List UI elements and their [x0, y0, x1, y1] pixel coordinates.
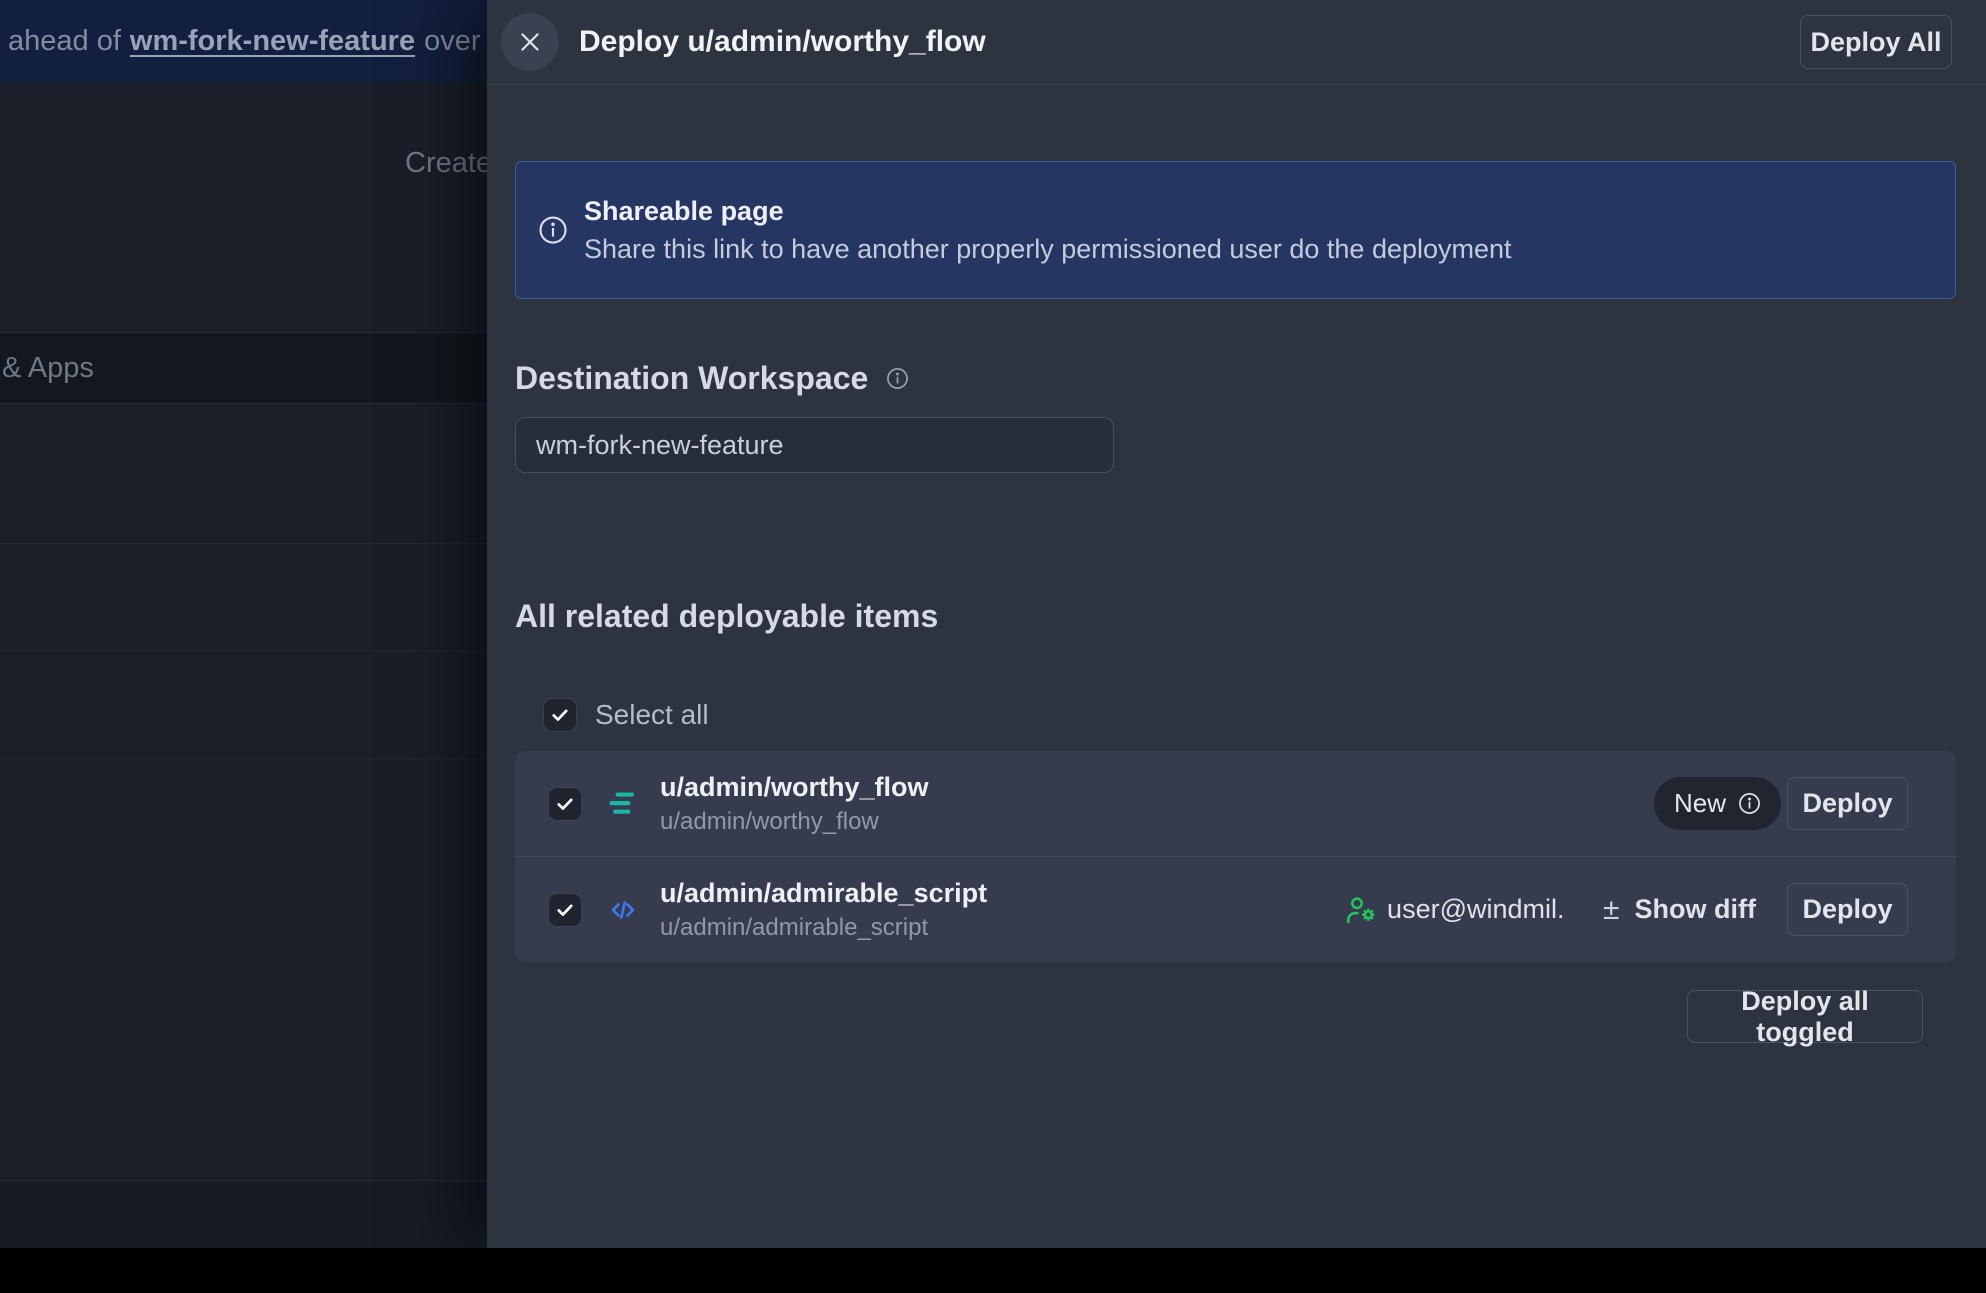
check-icon	[555, 794, 575, 814]
deployable-row-script: u/admin/admirable_script u/admin/admirab…	[515, 856, 1956, 962]
share-banner-body: Share this link to have another properly…	[584, 234, 1512, 265]
drawer-header: Deploy u/admin/worthy_flow Deploy All	[487, 0, 1986, 85]
new-badge-label: New	[1674, 788, 1726, 819]
deploy-all-button[interactable]: Deploy All	[1800, 15, 1952, 69]
select-all-row: Select all	[543, 698, 709, 732]
banner-text-suffix: over 2 items:	[424, 25, 487, 58]
plus-minus-icon: ±	[1603, 893, 1619, 927]
destination-workspace-heading: Destination Workspace	[515, 360, 909, 397]
banner-text-prefix: ahead of	[8, 25, 121, 58]
flow-icon	[607, 790, 639, 817]
bottom-black-bar	[0, 1248, 1986, 1293]
drawer-title: Deploy u/admin/worthy_flow	[579, 25, 1800, 59]
item-title: u/admin/admirable_script	[660, 878, 987, 909]
background-footer-band	[0, 1180, 487, 1248]
deploy-all-toggled-button[interactable]: Deploy all toggled	[1687, 990, 1923, 1043]
info-icon	[886, 367, 909, 390]
check-icon	[550, 705, 570, 725]
deployable-items-label: All related deployable items	[515, 598, 938, 635]
item-path: u/admin/admirable_script	[660, 914, 987, 942]
destination-workspace-input[interactable]	[515, 417, 1114, 473]
screen: ahead of wm-fork-new-feature over 2 item…	[0, 0, 1986, 1293]
close-button[interactable]	[501, 13, 559, 71]
deploy-button[interactable]: Deploy	[1787, 883, 1908, 936]
deployable-items-card: u/admin/worthy_flow u/admin/worthy_flow …	[515, 751, 1956, 962]
row-checkbox[interactable]	[548, 893, 582, 927]
apps-label: & Apps	[2, 352, 94, 385]
close-icon	[517, 29, 543, 55]
info-icon	[1738, 792, 1761, 815]
row-checkbox[interactable]	[548, 787, 582, 821]
show-diff-label: Show diff	[1635, 894, 1756, 925]
select-all-checkbox[interactable]	[543, 698, 577, 732]
share-banner-title: Shareable page	[584, 196, 1512, 227]
destination-workspace-label: Destination Workspace	[515, 360, 868, 397]
deploy-button[interactable]: Deploy	[1787, 777, 1908, 830]
info-icon	[538, 215, 568, 245]
background-divider	[0, 758, 487, 759]
deploy-drawer: Deploy u/admin/worthy_flow Deploy All Sh…	[487, 0, 1986, 1248]
owner-email: user@windmil...	[1387, 894, 1567, 925]
item-title: u/admin/worthy_flow	[660, 772, 929, 803]
show-diff-button[interactable]: ± Show diff	[1603, 893, 1756, 927]
deployable-items-heading: All related deployable items	[515, 598, 938, 635]
code-icon	[608, 895, 638, 925]
fork-status-banner: ahead of wm-fork-new-feature over 2 item…	[0, 0, 487, 82]
background-divider	[0, 543, 487, 544]
user-cog-icon	[1345, 894, 1377, 926]
create-label: Create a	[405, 147, 487, 180]
background-divider	[0, 650, 487, 651]
workspace-link[interactable]: wm-fork-new-feature	[130, 25, 415, 58]
shareable-page-banner: Shareable page Share this link to have a…	[515, 161, 1956, 299]
deployable-row-flow: u/admin/worthy_flow u/admin/worthy_flow …	[515, 751, 1956, 856]
apps-row: & Apps	[0, 332, 487, 404]
background-page: ahead of wm-fork-new-feature over 2 item…	[0, 0, 487, 1248]
check-icon	[555, 900, 575, 920]
owner-info: user@windmil...	[1345, 894, 1567, 926]
item-path: u/admin/worthy_flow	[660, 808, 929, 836]
new-badge[interactable]: New	[1654, 777, 1781, 830]
select-all-label: Select all	[595, 699, 709, 731]
